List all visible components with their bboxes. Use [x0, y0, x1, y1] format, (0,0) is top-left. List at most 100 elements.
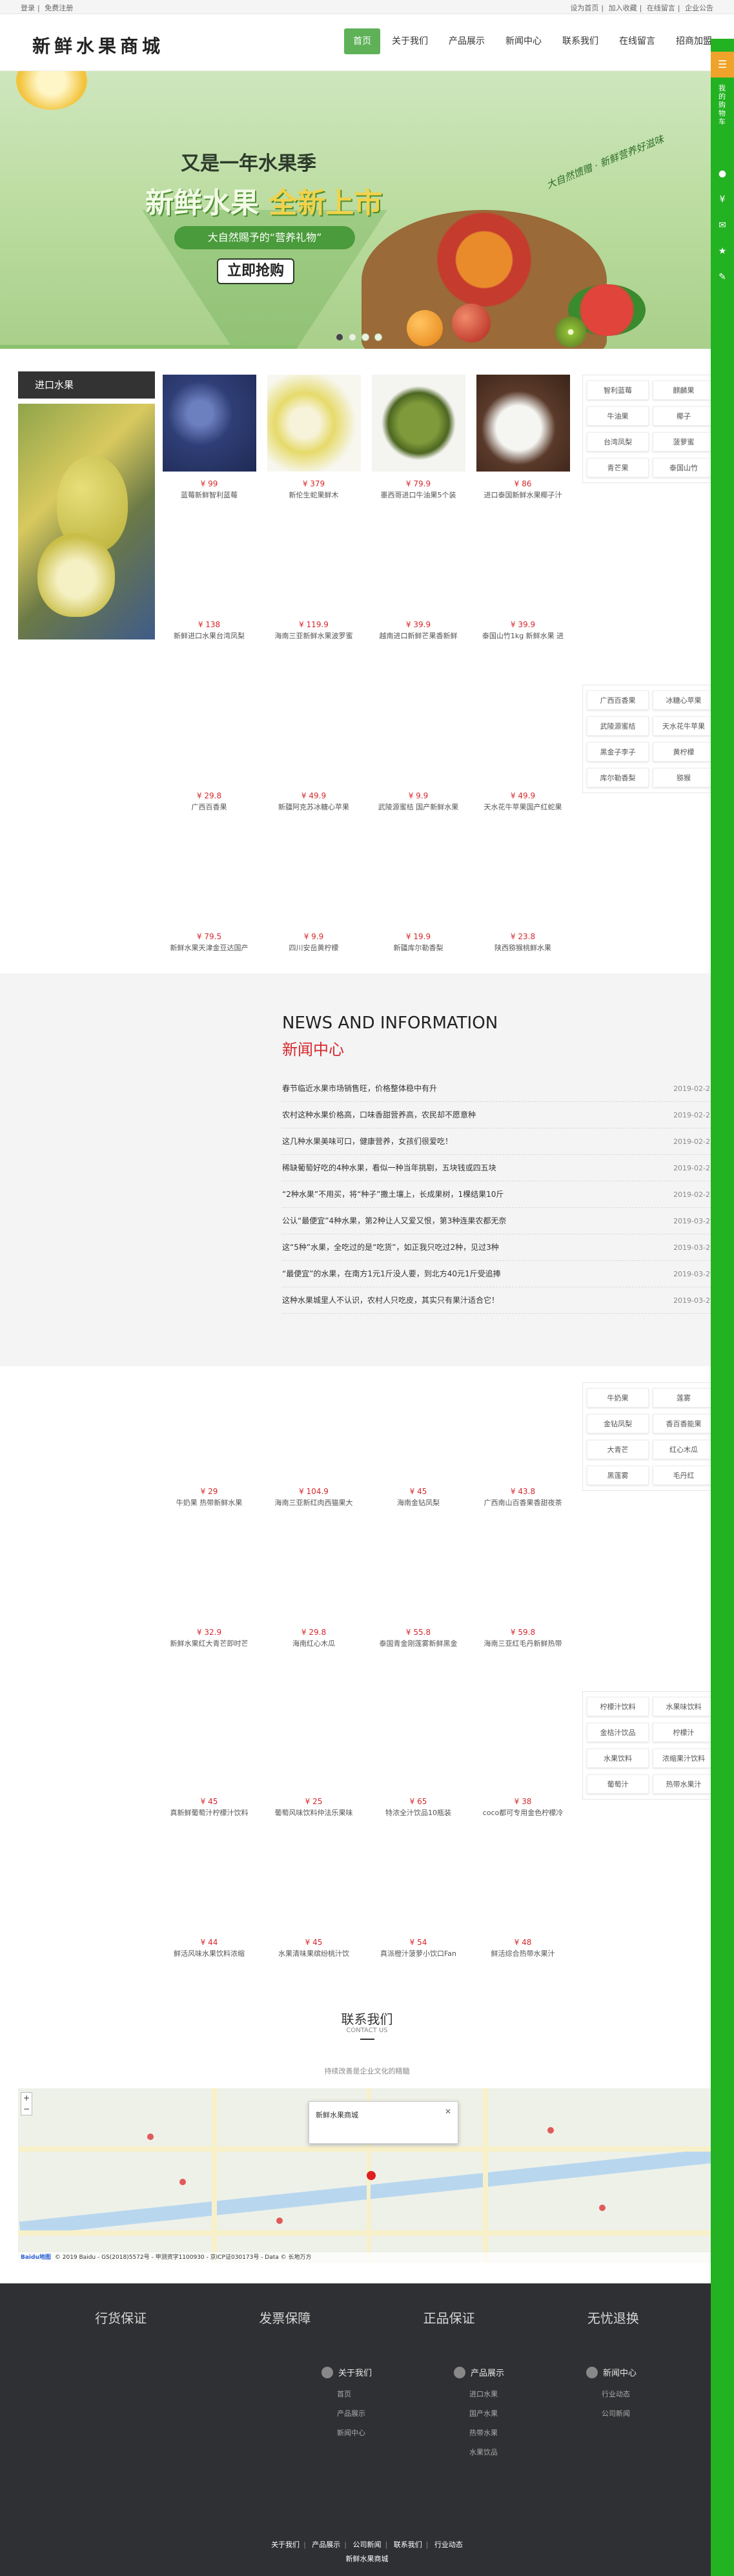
product-card[interactable]: ¥ 32.9 新鲜水果红大青芒即时芒 — [160, 1523, 258, 1652]
tag-item[interactable]: 柠檬汁饮料 — [587, 1697, 649, 1716]
footer-link[interactable]: 行业动态 — [602, 2389, 719, 2399]
bottom-link[interactable]: 行业动态 — [434, 2540, 463, 2549]
news-item[interactable]: 公认“最便宜”4种水果，第2种让人又爱又恨，第3种连果农都无奈 2019-03-2… — [282, 1208, 715, 1234]
news-item-title[interactable]: 农村这种水果价格高，口味香甜营养高，农民却不愿意种 — [282, 1110, 476, 1119]
news-item-title[interactable]: “最便宜”的水果，在南方1元1斤没人要，到北方40元1斤受追捧 — [282, 1269, 501, 1278]
news-item[interactable]: 春节临近水果市场销售旺，价格整体稳中有升 2019-02-25 — [282, 1075, 715, 1102]
favorite-icon[interactable]: ★ — [717, 245, 728, 257]
tag-item[interactable]: 黑莲雾 — [587, 1466, 649, 1485]
baidu-logo[interactable]: Baidu地图 — [21, 2254, 51, 2261]
banner-dot-3[interactable] — [362, 333, 369, 341]
footer-link[interactable]: 产品展示 — [337, 2408, 454, 2418]
footer-link[interactable]: 热带水果 — [469, 2427, 586, 2438]
tag-item[interactable]: 台湾凤梨 — [587, 432, 649, 452]
favorite-link[interactable]: 加入收藏 — [609, 4, 637, 12]
product-card[interactable]: ¥ 79.9 墨西哥进口牛油果5个装 — [369, 375, 467, 504]
tag-item[interactable]: 黑金子李子 — [587, 742, 649, 762]
product-card[interactable]: ¥ 45 水果清味果缤纷桃汁饮 — [265, 1833, 363, 1962]
map-info-bubble[interactable]: 新鲜水果商城 ✕ — [309, 2101, 458, 2144]
tag-item[interactable]: 香百香能果 — [653, 1414, 715, 1433]
map-poi[interactable] — [599, 2205, 606, 2211]
footer-link[interactable]: 首页 — [337, 2389, 454, 2399]
site-logo[interactable]: 新鲜水果商城 — [32, 32, 164, 58]
nav-about[interactable]: 关于我们 — [383, 28, 437, 54]
news-item[interactable]: 这种水果城里人不认识，农村人只吃皮，其实只有果汁适合它！ 2019-03-29 — [282, 1287, 715, 1314]
bottom-link[interactable]: 联系我们 — [394, 2540, 422, 2549]
nav-message[interactable]: 在线留言 — [610, 28, 664, 54]
tag-item[interactable]: 金桔汁饮品 — [587, 1723, 649, 1742]
tag-item[interactable]: 热带水果汁 — [653, 1774, 715, 1794]
tag-item[interactable]: 菠萝蜜 — [653, 432, 715, 452]
hero-banner[interactable]: 又是一年水果季 新鲜水果 全新上市 大自然赐予的“营养礼物” 立即抢购 大自然馈… — [0, 71, 734, 349]
tag-item[interactable]: 麒麟果 — [653, 380, 715, 400]
category-image[interactable] — [18, 404, 155, 639]
news-item[interactable]: 稀缺葡萄好吃的4种水果，看似一种当年挑剔，五块钱或四五块 2019-02-25 — [282, 1155, 715, 1181]
product-card[interactable]: ¥ 23.8 陕西猕猴桃鲜水果 — [474, 827, 572, 957]
tag-item[interactable]: 猕猴 — [653, 768, 715, 787]
tag-item[interactable]: 武陵源蜜桔 — [587, 716, 649, 736]
product-card[interactable]: ¥ 59.8 海南三亚红毛丹新鲜热带 — [474, 1523, 572, 1652]
map-poi[interactable] — [147, 2134, 154, 2140]
tag-item[interactable]: 泰国山竹 — [653, 458, 715, 477]
tag-item[interactable]: 黄柠檬 — [653, 742, 715, 762]
tag-item[interactable]: 库尔勒香梨 — [587, 768, 649, 787]
footer-column-title[interactable]: 新闻中心 — [603, 2366, 637, 2378]
news-item-title[interactable]: 春节临近水果市场销售旺，价格整体稳中有升 — [282, 1084, 437, 1093]
tag-item[interactable]: 水果饮料 — [587, 1749, 649, 1768]
banner-dot-1[interactable] — [336, 333, 343, 341]
product-card[interactable]: ¥ 38 coco都可专用金色柠檬冷 — [474, 1692, 572, 1822]
footer-link[interactable]: 国产水果 — [469, 2408, 586, 2418]
tag-item[interactable]: 葡萄汁 — [587, 1774, 649, 1794]
news-item[interactable]: “2种水果”不用买，将“种子”撒土壤上，长成果树，1棵结果10斤 2019-02-… — [282, 1181, 715, 1208]
product-card[interactable]: ¥ 49.9 天水花牛苹果国产红蛇果 — [474, 687, 572, 816]
news-item[interactable]: “最便宜”的水果，在南方1元1斤没人要，到北方40元1斤受追捧 2019-03-2… — [282, 1261, 715, 1287]
baidu-map[interactable]: 新鲜水果商城 ✕ + − Baidu地图 © 2019 Baidu - GS(201… — [18, 2088, 715, 2263]
coupon-icon[interactable]: ¥ — [717, 194, 728, 205]
nav-contact[interactable]: 联系我们 — [553, 28, 607, 54]
product-card[interactable]: ¥ 138 新鲜进口水果台湾凤梨 — [160, 515, 258, 645]
tag-item[interactable]: 智利蓝莓 — [587, 380, 649, 400]
product-card[interactable]: ¥ 55.8 泰国青金刚莲雾新鲜黑金 — [369, 1523, 467, 1652]
product-card[interactable]: ¥ 39.9 泰国山竹1kg 新鲜水果 进 — [474, 515, 572, 645]
product-card[interactable]: ¥ 54 真派橙汁菠萝小饮口Fan — [369, 1833, 467, 1962]
product-card[interactable]: ¥ 104.9 海南三亚新红肉西猫果大 — [265, 1382, 363, 1511]
news-item-title[interactable]: “2种水果”不用买，将“种子”撒土壤上，长成果树，1棵结果10斤 — [282, 1190, 504, 1199]
set-home-link[interactable]: 设为首页 — [570, 4, 598, 12]
news-title-cn[interactable]: 新闻中心 — [282, 1037, 344, 1059]
product-card[interactable]: ¥ 99 蓝莓新鲜智利蓝莓 — [160, 375, 258, 504]
footer-link[interactable]: 公司新闻 — [602, 2408, 719, 2418]
user-icon[interactable]: ● — [717, 168, 728, 180]
product-card[interactable]: ¥ 86 进口泰国新鲜水果椰子汁 — [474, 375, 572, 504]
bottom-link[interactable]: 产品展示 — [312, 2540, 340, 2549]
notice-link[interactable]: 企业公告 — [685, 4, 713, 12]
product-card[interactable]: ¥ 48 鲜活综合热带水果汁 — [474, 1833, 572, 1962]
banner-dot-2[interactable] — [349, 333, 356, 341]
product-card[interactable]: ¥ 9.9 四川安岳黄柠檬 — [265, 827, 363, 957]
product-card[interactable]: ¥ 9.9 武陵源蜜桔 国产新鲜水果 — [369, 687, 467, 816]
bottom-link[interactable]: 公司新闻 — [353, 2540, 382, 2549]
map-poi[interactable] — [179, 2179, 186, 2185]
bottom-link[interactable]: 关于我们 — [271, 2540, 300, 2549]
footer-column-title[interactable]: 产品展示 — [471, 2366, 504, 2378]
product-card[interactable]: ¥ 29 牛奶果 热带新鲜水果 — [160, 1382, 258, 1511]
banner-dot-4[interactable] — [374, 333, 382, 341]
product-card[interactable]: ¥ 39.9 越南进口新鲜芒果香新鲜 — [369, 515, 467, 645]
tag-item[interactable]: 广西百香果 — [587, 691, 649, 710]
register-link[interactable]: 免费注册 — [45, 4, 73, 12]
tag-item[interactable]: 水果味饮料 — [653, 1697, 715, 1716]
product-card[interactable]: ¥ 44 鲜活风味水果饮料浓缩 — [160, 1833, 258, 1962]
product-card[interactable]: ¥ 379 新伦生蛇果鲜木 — [265, 375, 363, 504]
tag-item[interactable]: 冰糖心苹果 — [653, 691, 715, 710]
product-card[interactable]: ¥ 19.9 新疆库尔勒香梨 — [369, 827, 467, 957]
tag-item[interactable]: 莲雾 — [653, 1388, 715, 1407]
news-item-title[interactable]: 这“5种”水果，全吃过的是“吃货”，如正我只吃过2种，见过3种 — [282, 1243, 499, 1252]
news-item-title[interactable]: 这种水果城里人不认识，农村人只吃皮，其实只有果汁适合它！ — [282, 1296, 499, 1305]
message-icon[interactable]: ✉ — [717, 220, 728, 231]
nav-products[interactable]: 产品展示 — [440, 28, 494, 54]
tag-item[interactable]: 牛油果 — [587, 406, 649, 426]
tag-item[interactable]: 牛奶果 — [587, 1388, 649, 1407]
product-card[interactable]: ¥ 45 海南金钻凤梨 — [369, 1382, 467, 1511]
news-item[interactable]: 这几种水果美味可口，健康营养，女孩们很爱吃！ 2019-02-25 — [282, 1128, 715, 1155]
footer-link[interactable]: 水果饮品 — [469, 2447, 586, 2457]
buy-now-button[interactable]: 立即抢购 — [217, 258, 294, 284]
